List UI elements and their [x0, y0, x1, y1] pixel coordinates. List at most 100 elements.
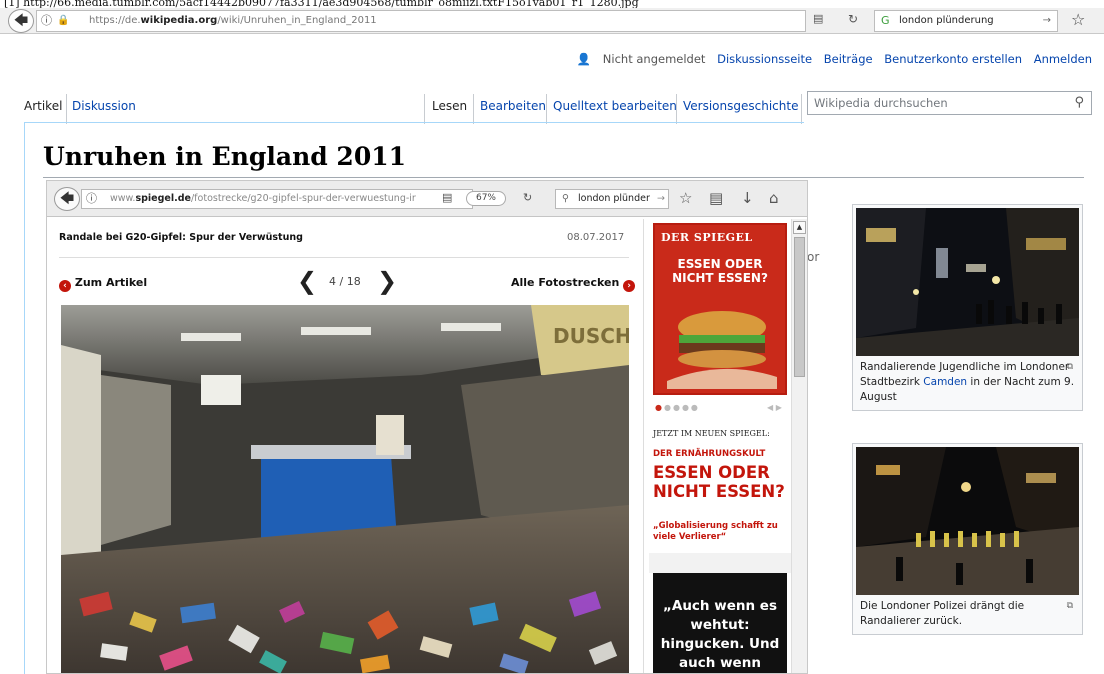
police-street-graphic — [856, 447, 1079, 595]
tab-discussion[interactable]: Diskussion — [72, 98, 136, 122]
reload-icon[interactable]: ↻ — [848, 12, 858, 26]
search-icon: ⚲ — [562, 193, 569, 204]
scroll-up-icon[interactable]: ▲ — [793, 221, 806, 234]
tab-separator — [676, 94, 677, 124]
tab-separator — [424, 94, 425, 124]
prev-photo-chevron-icon[interactable]: ❮ — [297, 267, 317, 295]
thumbnail-caption: ⧉ Randalierende Jugendliche im Londoner … — [860, 360, 1075, 403]
outer-browser-toolbar: 🡄 ⓘ 🔒 https://de.wikipedia.org/wiki/Unru… — [0, 8, 1104, 34]
reader-view-icon[interactable]: ▤ — [813, 12, 823, 25]
looted-store-photo[interactable]: DUSCHE — [61, 305, 629, 673]
search-engine-icon: G — [881, 14, 890, 27]
chevron-left-icon: ‹ — [59, 280, 71, 292]
bookmark-star-icon[interactable]: ☆ — [679, 189, 692, 207]
promo-subline[interactable]: „Globalisierung schafft zu viele Verlier… — [653, 521, 789, 543]
outer-search-value: london plünderung — [899, 15, 994, 26]
embedded-browser-screenshot: 🡄 ⓘ www.spiegel.de/fotostrecke/g20-gipfe… — [46, 180, 808, 674]
cover-logo: DER SPIEGEL — [661, 231, 753, 244]
inner-search-value: london plünder — [578, 193, 650, 204]
night-street-graphic — [856, 208, 1079, 356]
photo-sign-text: DUSCHE — [553, 324, 629, 348]
info-icon[interactable]: ⓘ — [41, 11, 52, 31]
carousel-dots[interactable]: ●●●●● — [655, 403, 700, 412]
thumbnail-caption: ⧉ Die Londoner Polizei drängt die Randal… — [860, 599, 1073, 627]
spiegel-sidebar: DER SPIEGEL ESSEN ODER NICHT ESSEN? ●●●●… — [649, 219, 793, 673]
contributions-link[interactable]: Beiträge — [824, 52, 873, 66]
create-account-link[interactable]: Benutzerkonto erstellen — [884, 52, 1022, 66]
search-go-icon[interactable]: → — [657, 190, 665, 208]
outer-url-bar[interactable]: ⓘ 🔒 https://de.wikipedia.org/wiki/Unruhe… — [36, 10, 806, 32]
title-divider — [43, 177, 1084, 178]
tab-edit[interactable]: Bearbeiten — [480, 98, 546, 122]
lock-icon: 🔒 — [57, 15, 70, 26]
inner-url-bar[interactable]: ⓘ www.spiegel.de/fotostrecke/g20-gipfel-… — [81, 189, 473, 209]
talk-link[interactable]: Diskussionsseite — [717, 52, 812, 66]
tab-article[interactable]: Artikel — [24, 98, 62, 122]
gallery-headline: Randale bei G20-Gipfel: Spur der Verwüst… — [59, 232, 303, 243]
tab-read[interactable]: Lesen — [432, 98, 467, 122]
photo-counter: 4 / 18 — [329, 275, 361, 288]
enlarge-icon[interactable]: ⧉ — [1067, 599, 1073, 614]
carousel-arrows-icon[interactable]: ◀ ▶ — [767, 403, 782, 412]
personal-tools: 👤 Nicht angemeldet Diskussionsseite Beit… — [569, 52, 1092, 66]
thumbnail-camden[interactable]: ⧉ Randalierende Jugendliche im Londoner … — [852, 204, 1083, 411]
tab-separator — [66, 94, 67, 124]
user-icon: 👤 — [576, 52, 592, 66]
thumbnail-police[interactable]: ⧉ Die Londoner Polizei drängt die Randal… — [852, 443, 1083, 635]
enlarge-icon[interactable]: ⧉ — [1067, 360, 1073, 375]
tab-history[interactable]: Versionsgeschichte — [683, 98, 798, 122]
search-go-icon[interactable]: → — [1043, 11, 1051, 31]
burger-graphic — [667, 311, 777, 389]
inner-browser-toolbar: 🡄 ⓘ www.spiegel.de/fotostrecke/g20-gipfe… — [47, 181, 807, 217]
gallery-date: 08.07.2017 — [567, 232, 625, 243]
tab-separator — [473, 94, 474, 124]
gallery-divider — [59, 257, 629, 258]
wiki-search-input[interactable]: Wikipedia durchsuchen ⚲ — [807, 91, 1092, 115]
camden-riot-photo[interactable] — [856, 208, 1079, 356]
home-icon[interactable]: ⌂ — [769, 189, 779, 207]
back-arrow-icon[interactable]: 🡄 — [8, 9, 34, 33]
content-border — [24, 122, 25, 674]
not-logged-in-label: Nicht angemeldet — [602, 52, 706, 66]
login-link[interactable]: Anmelden — [1034, 52, 1092, 66]
promo-kicker: JETZT IM NEUEN SPIEGEL: — [653, 429, 770, 438]
bookmark-star-icon[interactable]: ☆ — [1071, 10, 1085, 29]
zoom-level[interactable]: 67% — [466, 191, 506, 206]
tab-separator — [801, 94, 802, 124]
body-text-fragment: or — [807, 250, 820, 264]
next-photo-chevron-icon[interactable]: ❯ — [377, 267, 397, 295]
search-icon[interactable]: ⚲ — [1074, 92, 1084, 114]
scrollbar[interactable]: ▲ — [791, 219, 807, 673]
outer-search-box[interactable]: G london plünderung → — [874, 10, 1058, 32]
police-line-photo[interactable] — [856, 447, 1079, 595]
promo-topic[interactable]: DER ERNÄHRUNGSKULT — [653, 449, 765, 459]
sidebar-divider — [643, 219, 644, 673]
promo-separator — [649, 553, 791, 573]
all-galleries-label: Alle Fotostrecken — [511, 276, 620, 289]
info-icon[interactable]: ⓘ — [86, 190, 97, 208]
promo-headline[interactable]: ESSEN ODER NICHT ESSEN? — [653, 463, 793, 501]
quote-teaser[interactable]: „Auch wenn es wehtut: hingucken. Und auc… — [653, 573, 787, 673]
all-galleries-link[interactable]: Alle Fotostrecken › — [511, 276, 636, 292]
inner-url-text: www.spiegel.de/fotostrecke/g20-gipfel-sp… — [110, 193, 416, 204]
back-to-article-label: Zum Artikel — [74, 276, 148, 289]
back-arrow-icon[interactable]: 🡄 — [54, 187, 80, 211]
reader-view-icon[interactable]: ▤ — [442, 191, 452, 204]
cover-title: ESSEN ODER NICHT ESSEN? — [672, 257, 768, 285]
wiki-search-placeholder: Wikipedia durchsuchen — [814, 96, 948, 110]
reload-icon[interactable]: ↻ — [523, 191, 532, 204]
quote-teaser-text: „Auch wenn es wehtut: hingucken. Und auc… — [660, 598, 780, 671]
download-icon[interactable]: ↓ — [741, 189, 754, 207]
reading-list-icon[interactable]: ▤ — [709, 189, 723, 207]
magazine-cover[interactable]: DER SPIEGEL ESSEN ODER NICHT ESSEN? — [653, 223, 787, 395]
camden-link[interactable]: Camden — [923, 376, 967, 388]
looted-store-graphic: DUSCHE — [61, 305, 629, 673]
inner-search-box[interactable]: ⚲ london plünder → — [555, 189, 669, 209]
outer-url-text: https://de.wikipedia.org/wiki/Unruhen_in… — [89, 15, 377, 26]
back-to-article-link[interactable]: ‹ Zum Artikel — [59, 276, 147, 292]
page-title: Unruhen in England 2011 — [43, 142, 407, 171]
tab-separator — [546, 94, 547, 124]
tab-edit-source[interactable]: Quelltext bearbeiten — [553, 98, 677, 122]
scrollbar-thumb[interactable] — [794, 237, 805, 377]
chevron-right-icon: › — [623, 280, 636, 292]
